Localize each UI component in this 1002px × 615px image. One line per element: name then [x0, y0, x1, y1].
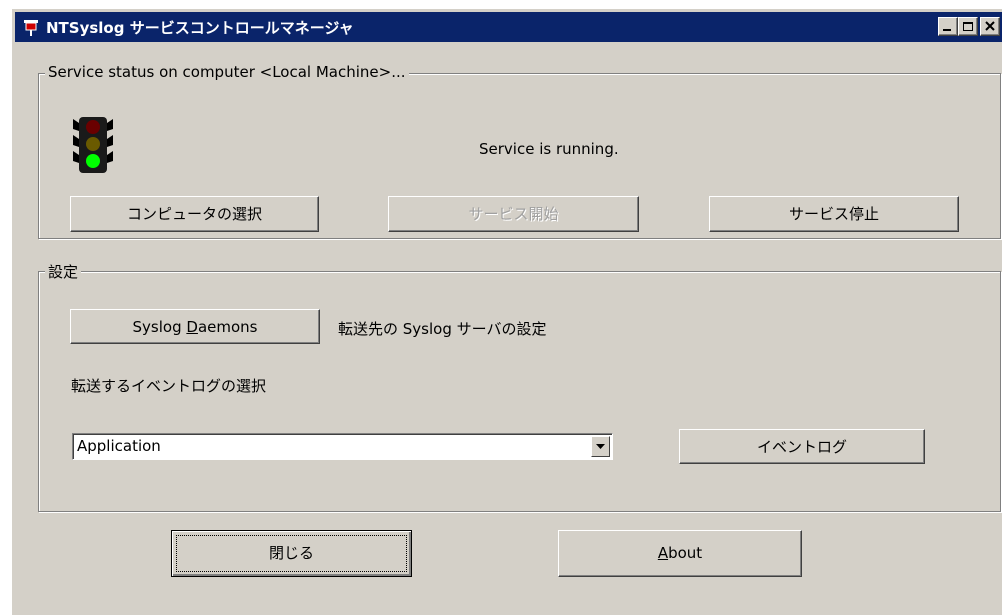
about-button[interactable]: About	[558, 530, 802, 577]
maximize-icon[interactable]	[958, 17, 978, 36]
chevron-down-icon[interactable]	[591, 436, 610, 457]
close-icon[interactable]	[980, 17, 1000, 36]
stop-service-button[interactable]: サービス停止	[709, 196, 959, 232]
syslog-server-description: 転送先の Syslog サーバの設定	[338, 320, 547, 338]
focus-rectangle	[176, 535, 407, 572]
service-status-text: Service is running.	[479, 140, 619, 158]
about-mnemonic: A	[657, 544, 669, 562]
service-control-window: NTSyslog サービスコントロールマネージャ Service status …	[11, 8, 1002, 615]
settings-legend: 設定	[45, 261, 82, 282]
eventlog-dropdown-value: Application	[77, 437, 161, 455]
syslog-daemons-label-start: Syslog	[132, 318, 187, 336]
syslog-daemons-label-end: aemons	[197, 318, 258, 336]
eventlog-dropdown[interactable]: Application	[72, 433, 613, 460]
start-service-button: サービス開始	[388, 196, 639, 232]
service-status-legend: Service status on computer <Local Machin…	[45, 63, 409, 81]
eventlog-select-label: 転送するイベントログの選択	[71, 377, 267, 395]
title-bar[interactable]: NTSyslog サービスコントロールマネージャ	[15, 12, 1002, 42]
window-title: NTSyslog サービスコントロールマネージャ	[46, 19, 354, 37]
pin-icon	[21, 17, 41, 37]
eventlog-button[interactable]: イベントログ	[679, 429, 925, 464]
close-button[interactable]: 閉じる	[171, 530, 412, 577]
select-computer-button[interactable]: コンピュータの選択	[70, 196, 319, 232]
about-label-end: bout	[668, 544, 703, 562]
minimize-icon[interactable]	[938, 17, 958, 36]
syslog-daemons-mnemonic: D	[186, 318, 198, 336]
traffic-light-icon	[73, 115, 113, 175]
syslog-daemons-button[interactable]: Syslog Daemons	[70, 309, 320, 344]
